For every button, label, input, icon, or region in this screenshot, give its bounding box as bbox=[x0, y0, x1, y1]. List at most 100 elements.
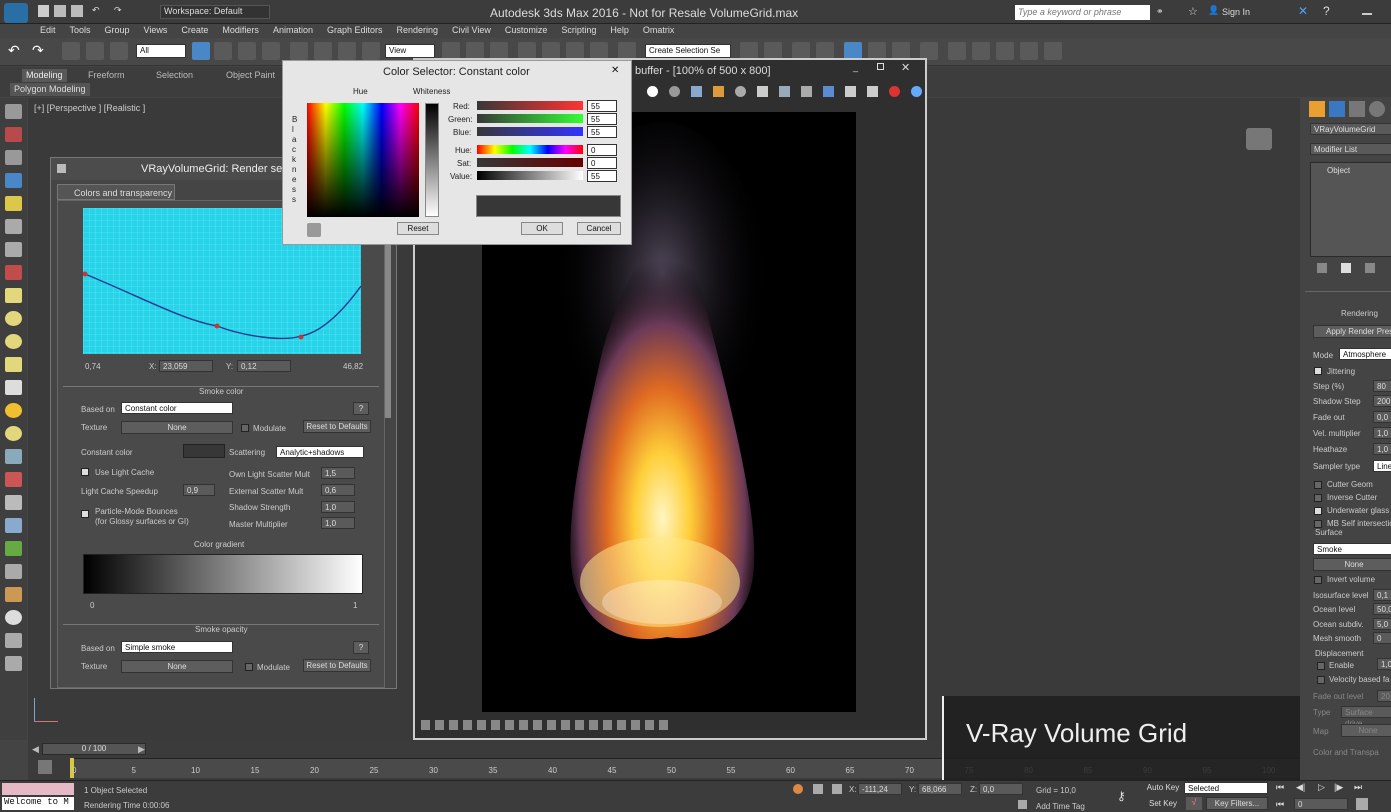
blue-field[interactable]: 55 bbox=[587, 126, 617, 138]
menu-graph-editors[interactable]: Graph Editors bbox=[327, 25, 383, 35]
tool-icon-22[interactable] bbox=[5, 587, 22, 602]
constant-color-swatch[interactable] bbox=[183, 444, 225, 458]
light-cache-speedup-field[interactable]: 0,9 bbox=[183, 484, 215, 496]
enable-displacement-checkbox[interactable] bbox=[1317, 662, 1325, 670]
color-selector-close-icon[interactable]: ✕ bbox=[611, 65, 619, 76]
light-bulb-icon[interactable] bbox=[5, 196, 22, 211]
own-light-scatter-field[interactable]: 1,5 bbox=[321, 467, 355, 479]
inverse-cutter-checkbox[interactable] bbox=[1314, 494, 1322, 502]
heathaze-field[interactable]: 1,0 bbox=[1373, 443, 1391, 455]
smoke-color-modulate-checkbox[interactable] bbox=[241, 424, 249, 432]
render-production-icon[interactable] bbox=[972, 42, 990, 60]
menu-help[interactable]: Help bbox=[610, 25, 629, 35]
rendered-frame-window-icon[interactable] bbox=[948, 42, 966, 60]
value-slider[interactable] bbox=[477, 171, 583, 180]
add-tag-icon[interactable] bbox=[1018, 800, 1027, 809]
smoke-color-texture-button[interactable]: None bbox=[121, 421, 233, 434]
external-scatter-field[interactable]: 0,6 bbox=[321, 484, 355, 496]
time-slider[interactable]: 0 / 100 bbox=[42, 743, 146, 755]
color-transparency-rollout[interactable]: Color and Transpa bbox=[1313, 748, 1379, 757]
isosurface-level-field[interactable]: 0,1 bbox=[1373, 589, 1391, 601]
z-coord-field[interactable]: 0,0 bbox=[979, 783, 1023, 795]
shadow-strength-field[interactable]: 1,0 bbox=[321, 501, 355, 513]
maxscript-listener-field[interactable]: Welcome to M bbox=[2, 797, 74, 810]
color-reset-button[interactable]: Reset bbox=[397, 222, 439, 235]
map-button[interactable]: None bbox=[1341, 724, 1391, 737]
place-icon[interactable] bbox=[362, 42, 380, 60]
bind-space-warp-icon[interactable] bbox=[110, 42, 128, 60]
unlink-icon[interactable] bbox=[86, 42, 104, 60]
reference-coordinate-dropdown[interactable]: View bbox=[385, 44, 435, 58]
time-slider-next[interactable]: ▶ bbox=[138, 744, 145, 755]
render-iterative-icon[interactable] bbox=[996, 42, 1014, 60]
color-gradient-bar[interactable] bbox=[83, 554, 363, 594]
render-in-cloud-icon[interactable] bbox=[1044, 42, 1062, 60]
tool-icon-18[interactable] bbox=[5, 495, 22, 510]
fb-history-icon[interactable] bbox=[735, 86, 746, 97]
set-key-icon[interactable]: √ bbox=[1186, 797, 1202, 810]
menu-rendering[interactable]: Rendering bbox=[397, 25, 439, 35]
fb-render-icon[interactable] bbox=[911, 86, 922, 97]
prev-frame-icon[interactable]: ◀| bbox=[1296, 782, 1305, 793]
type-dropdown[interactable]: Surface drive bbox=[1341, 706, 1391, 728]
tab-modeling[interactable]: Modeling bbox=[22, 69, 67, 82]
tool-icon-1[interactable] bbox=[5, 104, 22, 119]
menu-scripting[interactable]: Scripting bbox=[561, 25, 596, 35]
ok-button[interactable]: OK bbox=[521, 222, 563, 235]
menu-omatrix[interactable]: Omatrix bbox=[643, 25, 675, 35]
menu-group[interactable]: Group bbox=[105, 25, 130, 35]
curve-point[interactable] bbox=[214, 323, 220, 329]
fb-maximize-button[interactable] bbox=[877, 63, 884, 70]
absolute-mode-icon[interactable] bbox=[832, 784, 842, 794]
fb-lens-icon[interactable] bbox=[757, 86, 768, 97]
modifier-list-dropdown[interactable]: Modifier List bbox=[1310, 143, 1391, 155]
minimize-button[interactable] bbox=[1362, 13, 1372, 15]
save-icon[interactable] bbox=[71, 5, 83, 17]
fb-bottom-icons[interactable] bbox=[421, 720, 671, 730]
tool-icon-4[interactable] bbox=[5, 173, 22, 188]
time-slider-prev[interactable]: ◀ bbox=[32, 744, 39, 755]
sign-in-link[interactable]: Sign In bbox=[1222, 7, 1250, 17]
menu-edit[interactable]: Edit bbox=[40, 25, 56, 35]
curve-x-field[interactable]: 23,059 bbox=[159, 360, 213, 372]
smoke-color-help-button[interactable]: ? bbox=[353, 402, 369, 415]
smoke-opacity-modulate-checkbox[interactable] bbox=[245, 663, 253, 671]
curve-y-field[interactable]: 0,12 bbox=[237, 360, 291, 372]
disc-icon[interactable] bbox=[5, 426, 22, 441]
vel-multiplier-field[interactable]: 1,0 bbox=[1373, 427, 1391, 439]
step-field[interactable]: 80 bbox=[1373, 380, 1391, 392]
cancel-button[interactable]: Cancel bbox=[577, 222, 621, 235]
grid-icon[interactable] bbox=[5, 449, 22, 464]
sun-icon[interactable] bbox=[5, 403, 22, 418]
tab-freeform[interactable]: Freeform bbox=[84, 69, 129, 82]
make-unique-icon[interactable] bbox=[1365, 263, 1375, 273]
key-mode-toggle-icon[interactable]: ⏮ bbox=[1276, 799, 1284, 810]
move-icon[interactable] bbox=[290, 42, 308, 60]
select-object-icon[interactable] bbox=[192, 42, 210, 60]
hierarchy-tab-icon[interactable] bbox=[1349, 101, 1365, 117]
tool-icon-6[interactable] bbox=[5, 219, 22, 234]
search-input[interactable]: Type a keyword or phrase bbox=[1015, 5, 1150, 20]
help-icon[interactable]: ? bbox=[1323, 4, 1330, 18]
fb-layers-icon[interactable] bbox=[845, 86, 856, 97]
undo-button[interactable]: ↶ bbox=[8, 42, 26, 60]
ocean-level-field[interactable]: 50,0 bbox=[1373, 603, 1391, 615]
cutter-geom-checkbox[interactable] bbox=[1314, 481, 1322, 489]
sampler-type-dropdown[interactable]: Linea bbox=[1373, 460, 1391, 472]
tool-icon-7[interactable] bbox=[5, 242, 22, 257]
hue-slider[interactable] bbox=[477, 145, 583, 154]
tool-icon-23[interactable] bbox=[5, 610, 22, 625]
fb-stop-icon[interactable] bbox=[889, 86, 900, 97]
time-config-icon[interactable] bbox=[1356, 798, 1368, 810]
torus-icon[interactable] bbox=[5, 334, 22, 349]
hue-field[interactable]: 0 bbox=[587, 144, 617, 156]
displacement-amount-field[interactable]: 1,0 bbox=[1377, 658, 1391, 670]
menu-tools[interactable]: Tools bbox=[70, 25, 91, 35]
rectangular-selection-icon[interactable] bbox=[238, 42, 256, 60]
smoke-opacity-help-button[interactable]: ? bbox=[353, 641, 369, 654]
fb-save-icon[interactable] bbox=[691, 86, 702, 97]
smoke-opacity-reset-button[interactable]: Reset to Defaults bbox=[303, 659, 371, 672]
motion-tab-icon[interactable] bbox=[1369, 101, 1385, 117]
key-mode-dropdown[interactable]: Selected bbox=[1184, 782, 1268, 794]
tab-colors-transparency[interactable]: Colors and transparency bbox=[57, 184, 175, 200]
